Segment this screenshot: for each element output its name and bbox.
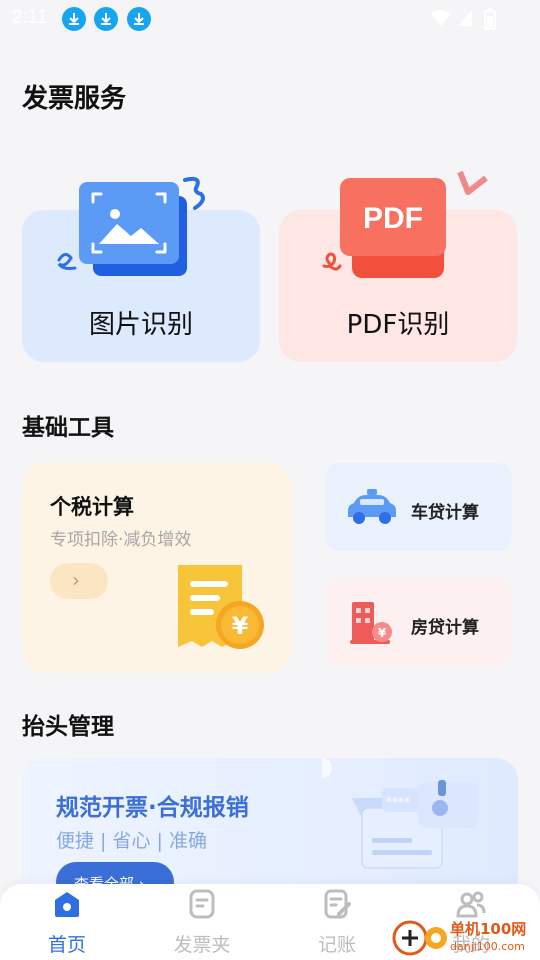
banner-tags: 便捷 | 省心 | 准确: [56, 830, 207, 852]
watermark-url: danji100.com: [450, 940, 525, 953]
tax-calculator-arrow-button[interactable]: ›: [50, 563, 108, 599]
site-watermark: 单机100网 danji100.com: [392, 916, 540, 960]
car-loan-label: 车贷计算: [411, 503, 479, 523]
nav-bookkeeping[interactable]: 记账: [287, 884, 387, 960]
house-loan-card[interactable]: ¥ 房贷计算: [326, 578, 512, 666]
car-loan-card[interactable]: 车贷计算: [326, 463, 512, 551]
section-title-tools: 基础工具: [22, 415, 114, 441]
nav-invoice-folder[interactable]: 发票夹: [152, 884, 252, 960]
status-time: 2:11: [12, 7, 48, 28]
car-icon: [348, 489, 396, 524]
receipt-yen-icon: ¥: [178, 565, 264, 649]
image-recognition-label: 图片识别: [88, 310, 193, 340]
nav-home-label: 首页: [47, 934, 86, 956]
nav-bookkeeping-label: 记账: [317, 934, 356, 956]
banner-title: 规范开票·合规报销: [56, 795, 249, 821]
download-notification-icon: [94, 7, 118, 31]
nav-home[interactable]: 首页: [17, 884, 117, 960]
building-loan-icon: ¥: [350, 602, 392, 644]
signal-icon: [458, 10, 472, 26]
house-loan-label: 房贷计算: [411, 618, 479, 638]
section-title-header-management: 抬头管理: [22, 714, 114, 740]
pdf-icon-text: PDF: [363, 202, 423, 235]
status-bar: 2:11: [0, 0, 540, 36]
invoice-folder-icon: [189, 889, 215, 919]
tax-calculator-card[interactable]: 个税计算 专项扣除·减负增效 › ¥: [22, 463, 292, 673]
download-notification-icon: [127, 7, 151, 31]
watermark-logo-icon: [392, 920, 447, 956]
chevron-right-icon: ›: [72, 568, 80, 592]
home-icon: [55, 892, 79, 917]
tax-calculator-title: 个税计算: [50, 495, 134, 519]
wifi-icon: [431, 10, 451, 26]
pdf-recognition-label: PDF识别: [346, 310, 450, 340]
yen-symbol: ¥: [232, 612, 249, 640]
section-title-invoice: 发票服务: [22, 84, 127, 114]
yen-symbol: ¥: [378, 626, 387, 640]
pdf-icon: PDF: [322, 170, 488, 278]
bookkeeping-icon: [324, 889, 351, 919]
tax-calculator-subtitle: 专项扣除·减负增效: [50, 530, 192, 550]
svg-text:****: ****: [386, 795, 410, 809]
nav-invoice-folder-label: 发票夹: [173, 934, 231, 956]
image-scan-icon: [57, 176, 205, 276]
watermark-name: 单机100网: [450, 920, 527, 938]
battery-icon: [484, 8, 496, 30]
download-notification-icon: [62, 7, 86, 31]
